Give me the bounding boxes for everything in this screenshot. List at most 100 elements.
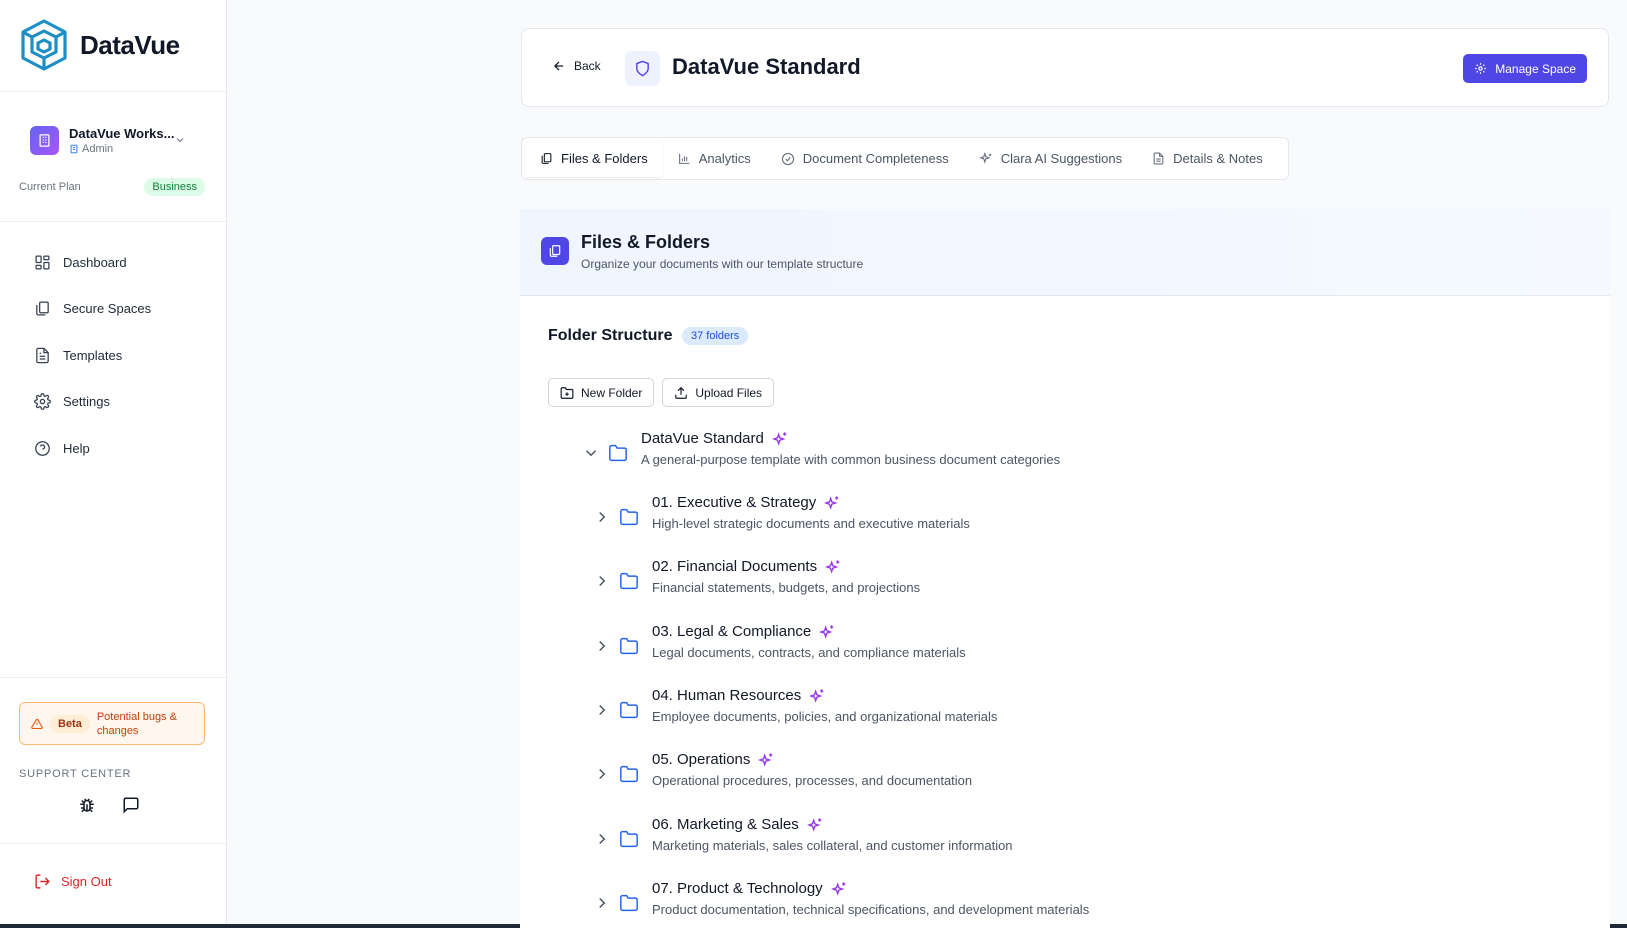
folder-description: A general-purpose template with common b… <box>641 452 1061 467</box>
tab-document-completeness[interactable]: Document Completeness <box>766 140 964 177</box>
sign-out-button[interactable]: Sign Out <box>34 873 112 890</box>
folder-name-text: 03. Legal & Compliance <box>652 623 812 640</box>
folder-icon <box>620 830 638 848</box>
gear-icon <box>1475 63 1487 74</box>
folder-name[interactable]: 01. Executive & Strategy <box>652 494 970 511</box>
sparkles-icon[interactable] <box>825 559 841 575</box>
section-header: Files & Folders Organize your documents … <box>520 209 1610 296</box>
sparkles-icon[interactable] <box>758 752 774 768</box>
warning-icon <box>31 718 43 729</box>
sign-out-label: Sign Out <box>61 874 112 889</box>
sidebar-item-help[interactable]: Help <box>24 430 208 466</box>
folder-name[interactable]: 06. Marketing & Sales <box>652 816 1013 833</box>
chevron-right-icon[interactable] <box>593 765 611 783</box>
copy-icon <box>541 237 569 265</box>
tab-analytics[interactable]: Analytics <box>663 140 766 177</box>
sparkles-icon[interactable] <box>771 431 788 447</box>
folder-count-badge: 37 folders <box>682 327 749 345</box>
folder-name-text: 06. Marketing & Sales <box>652 816 799 833</box>
beta-pill: Beta <box>50 714 90 733</box>
sidebar: DataVue DataVue Works... Admin Current P… <box>0 0 227 928</box>
folder-description: Marketing materials, sales collateral, a… <box>652 838 1013 853</box>
chevron-right-icon[interactable] <box>593 894 611 912</box>
sparkles-icon[interactable] <box>824 495 840 511</box>
folder-node: 07. Product & Technology Product documen… <box>593 880 1089 917</box>
nav-label: Secure Spaces <box>63 301 152 316</box>
folder-name[interactable]: 07. Product & Technology <box>652 880 1089 897</box>
folder-node: 05. Operations Operational procedures, p… <box>593 751 973 788</box>
sparkles-icon[interactable] <box>806 817 823 833</box>
sparkles-icon[interactable] <box>830 881 847 897</box>
folder-actions: New Folder Upload Files <box>548 378 775 407</box>
chevron-down-icon[interactable] <box>582 444 600 462</box>
folder-name-text: 05. Operations <box>652 751 751 768</box>
copy-icon <box>36 301 49 316</box>
sparkles-icon[interactable] <box>819 624 835 640</box>
tab-clara-ai-suggestions[interactable]: Clara AI Suggestions <box>964 140 1137 177</box>
page-title: DataVue Standard <box>672 54 861 79</box>
folder-name[interactable]: 05. Operations <box>652 751 972 768</box>
message-square-icon[interactable] <box>122 796 140 814</box>
manage-space-button[interactable]: Manage Space <box>1463 54 1587 83</box>
bug-icon[interactable] <box>78 796 96 814</box>
back-button[interactable]: Back <box>552 59 601 73</box>
divider <box>0 677 226 678</box>
folder-structure-title: Folder Structure <box>548 327 673 344</box>
folder-name[interactable]: 04. Human Resources <box>652 687 997 704</box>
help-circle-icon <box>35 440 50 456</box>
folder-description: Operational procedures, processes, and d… <box>652 773 973 788</box>
folder-name[interactable]: 02. Financial Documents <box>652 558 920 575</box>
folder-name[interactable]: DataVue Standard <box>641 430 1060 447</box>
workspace-switcher[interactable]: DataVue Works... Admin <box>30 126 198 155</box>
chevron-right-icon[interactable] <box>593 508 611 526</box>
bar-chart-icon <box>678 153 690 164</box>
role-label: Admin <box>82 143 114 155</box>
chevron-right-icon[interactable] <box>593 572 611 590</box>
logo-cube-icon <box>21 19 67 71</box>
plan-row: Current Plan Business <box>19 178 205 196</box>
tab-label: Document Completeness <box>802 151 949 166</box>
chevron-right-icon[interactable] <box>593 701 611 719</box>
tab-files-folders[interactable]: Files & Folders <box>525 140 663 177</box>
divider <box>0 221 226 222</box>
nav-label: Templates <box>63 347 123 363</box>
new-folder-button[interactable]: New Folder <box>548 378 655 407</box>
folder-icon <box>620 508 638 526</box>
section-title: Files & Folders <box>581 232 711 252</box>
sidebar-item-templates[interactable]: Templates <box>24 337 208 373</box>
folder-name-text: 07. Product & Technology <box>652 880 823 897</box>
folder-description: Employee documents, policies, and organi… <box>652 709 998 724</box>
nav-label: Help <box>63 440 90 456</box>
beta-notice: Beta Potential bugs & changes <box>19 702 205 745</box>
folder-description: Financial statements, budgets, and proje… <box>652 580 921 595</box>
folder-icon <box>609 444 627 462</box>
chevron-down-icon[interactable] <box>174 134 186 146</box>
chevron-right-icon[interactable] <box>593 830 611 848</box>
divider <box>0 91 226 92</box>
folder-node: 03. Legal & Compliance Legal documents, … <box>593 623 966 660</box>
chevron-right-icon[interactable] <box>593 637 611 655</box>
sparkles-icon[interactable] <box>809 688 825 704</box>
manage-space-label: Manage Space <box>1495 61 1576 76</box>
sidebar-item-dashboard[interactable]: Dashboard <box>24 244 208 280</box>
logo[interactable]: DataVue <box>20 18 180 72</box>
folder-icon <box>620 765 638 783</box>
folder-description: High-level strategic documents and execu… <box>652 516 970 531</box>
section-subtitle: Organize your documents with our templat… <box>581 257 864 271</box>
folder-name[interactable]: 03. Legal & Compliance <box>652 623 966 640</box>
check-circle-icon <box>781 152 794 165</box>
sidebar-item-secure-spaces[interactable]: Secure Spaces <box>24 291 208 327</box>
upload-icon <box>675 386 688 399</box>
folder-node: 04. Human Resources Employee documents, … <box>593 687 998 724</box>
sidebar-item-settings[interactable]: Settings <box>24 384 208 420</box>
nav-label: Settings <box>63 394 110 409</box>
upload-files-button[interactable]: Upload Files <box>662 378 775 407</box>
file-text-icon <box>1153 152 1164 165</box>
log-out-icon <box>35 874 50 889</box>
tab-details-notes[interactable]: Details & Notes <box>1137 140 1278 177</box>
upload-files-label: Upload Files <box>695 385 763 400</box>
copy-icon <box>541 153 552 164</box>
space-header: Back DataVue Standard Manage Space <box>521 28 1609 107</box>
arrow-left-icon <box>554 61 564 71</box>
workspace-name: DataVue Works... <box>69 126 175 141</box>
